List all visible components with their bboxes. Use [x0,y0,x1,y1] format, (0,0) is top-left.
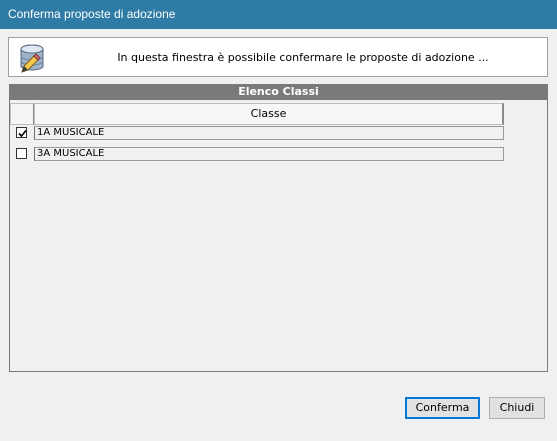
checkmark-icon [18,129,27,138]
window-title: Conferma proposte di adozione [0,0,557,29]
info-panel: In questa finestra è possibile confermar… [8,37,548,77]
grid-header: Classe [10,103,504,125]
class-name-cell[interactable]: 1A MUSICALE [34,126,504,140]
classe-column-header[interactable]: Classe [34,103,504,125]
classes-grid: Classe 1A MUSICALE 3A MUSICALE [9,100,548,372]
row-select-cell[interactable] [10,147,34,161]
table-row[interactable]: 3A MUSICALE [10,147,504,161]
select-column-header[interactable] [10,103,34,125]
table-row[interactable]: 1A MUSICALE [10,126,504,140]
section-header: Elenco Classi [9,84,548,100]
database-edit-icon [16,42,48,74]
info-message: In questa finestra è possibile confermar… [117,51,489,64]
confirm-button[interactable]: Conferma [405,397,480,419]
row-checkbox[interactable] [16,127,27,138]
class-name-cell[interactable]: 3A MUSICALE [34,147,504,161]
row-checkbox[interactable] [16,148,27,159]
row-select-cell[interactable] [10,126,34,140]
close-button[interactable]: Chiudi [489,397,545,419]
